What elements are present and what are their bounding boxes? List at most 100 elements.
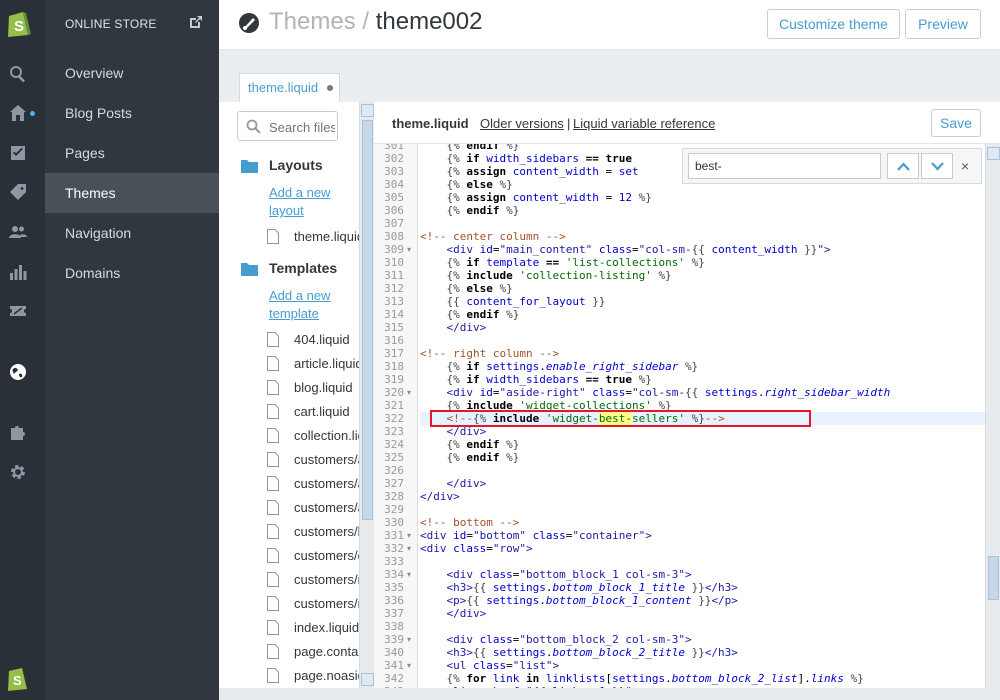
file-item[interactable]: 404.liquid <box>267 331 359 349</box>
find-previous-button[interactable] <box>887 153 919 179</box>
file-item[interactable]: customers/register.liquid <box>267 571 359 589</box>
add-layout-link[interactable]: Add a new layout <box>269 184 349 220</box>
folder-layouts[interactable]: Layouts <box>241 156 361 176</box>
file-label: page.contact.liquid <box>294 644 359 659</box>
settings-icon[interactable] <box>8 462 28 482</box>
nav-item-pages[interactable]: Pages <box>45 133 219 173</box>
file-list-scrollbar[interactable] <box>359 102 374 688</box>
customize-theme-button[interactable]: Customize theme <box>767 9 900 39</box>
fold-arrow-icon[interactable]: ▾ <box>407 661 411 670</box>
online-store-icon[interactable] <box>8 362 28 382</box>
fold-arrow-icon[interactable]: ▾ <box>407 570 411 579</box>
line-number: 325 <box>384 451 404 464</box>
file-item[interactable]: customers/login.liquid <box>267 523 359 541</box>
shopify-bag-icon[interactable]: S <box>6 664 30 692</box>
file-item[interactable]: collection.liquid <box>267 427 359 445</box>
file-label: collection.liquid <box>294 428 359 443</box>
scroll-down-arrow-icon[interactable] <box>361 673 374 686</box>
file-tabs: theme.liquid <box>219 50 1000 102</box>
code-line: </div> <box>420 490 460 503</box>
nav-item-themes[interactable]: Themes <box>45 173 219 213</box>
file-item[interactable]: customers/addresses.liquid <box>267 499 359 517</box>
nav-item-blog-posts[interactable]: Blog Posts <box>45 93 219 133</box>
folder-templates[interactable]: Templates <box>241 259 361 279</box>
scrollbar-thumb[interactable] <box>988 556 999 600</box>
code-line: <!-- bottom --> <box>420 516 520 529</box>
code-line: {{ content_for_layout }} <box>446 295 606 308</box>
search-icon[interactable] <box>8 64 28 84</box>
file-item[interactable]: customers/activate_account.liquid <box>267 475 359 493</box>
nav-item-domains[interactable]: Domains <box>45 253 219 293</box>
fold-arrow-icon[interactable]: ▾ <box>407 635 411 644</box>
reports-icon[interactable] <box>8 262 28 282</box>
fold-arrow-icon[interactable]: ▾ <box>407 531 411 540</box>
line-number: 339 <box>384 633 404 646</box>
external-link-icon[interactable] <box>189 15 203 29</box>
file-item[interactable]: article.liquid <box>267 355 359 373</box>
code-line: {% endif %} <box>446 451 520 464</box>
file-search[interactable] <box>237 111 338 141</box>
fold-arrow-icon[interactable]: ▾ <box>407 544 411 553</box>
breadcrumb-separator: / <box>362 8 370 35</box>
tab-theme-liquid[interactable]: theme.liquid <box>239 73 340 102</box>
file-icon <box>267 476 279 491</box>
discounts-icon[interactable] <box>8 301 28 321</box>
file-icon <box>267 332 279 347</box>
line-number: 308 <box>384 230 404 243</box>
orders-icon[interactable] <box>8 143 28 163</box>
code-line: <p>{{ settings.bottom_block_1_content }}… <box>446 594 738 607</box>
file-label: theme.liquid <box>294 229 359 244</box>
shopify-logo-icon[interactable]: S <box>5 8 31 38</box>
file-label: customers/activate_account.liquid <box>294 476 359 491</box>
file-item[interactable]: blog.liquid <box>267 379 359 397</box>
line-number: 309 <box>384 243 404 256</box>
line-number: 329 <box>384 503 404 516</box>
editor-toolbar: theme.liquid Older versions | Liquid var… <box>374 102 1000 144</box>
store-nav: ONLINE STORE Overview Blog Posts Pages T… <box>45 0 219 700</box>
file-label: customers/order.liquid <box>294 548 359 563</box>
file-item[interactable]: customers/order.liquid <box>267 547 359 565</box>
close-find-icon[interactable]: × <box>961 158 969 174</box>
line-number: 302 <box>384 152 404 165</box>
nav-item-overview[interactable]: Overview <box>45 53 219 93</box>
scroll-up-arrow-icon[interactable] <box>987 147 1000 160</box>
search-icon <box>246 119 261 134</box>
editor-scrollbar[interactable] <box>985 144 1000 694</box>
customers-icon[interactable] <box>8 222 28 242</box>
find-input[interactable] <box>688 153 881 179</box>
code-line: {% assign content_width = set <box>446 165 639 178</box>
search-input[interactable] <box>269 118 335 136</box>
scrollbar-thumb[interactable] <box>362 120 373 520</box>
file-item[interactable]: theme.liquid <box>267 228 359 246</box>
home-icon[interactable] <box>8 103 28 123</box>
line-number: 320 <box>384 386 404 399</box>
fold-arrow-icon[interactable]: ▾ <box>407 388 411 397</box>
find-next-button[interactable] <box>921 153 953 179</box>
line-number: 306 <box>384 204 404 217</box>
file-icon <box>267 620 279 635</box>
horizontal-scrollbar[interactable] <box>219 688 1000 700</box>
code-line: {% if template == 'list-collections' %} <box>446 256 705 269</box>
apps-icon[interactable] <box>8 422 28 442</box>
file-item[interactable]: page.contact.liquid <box>267 643 359 661</box>
add-template-link[interactable]: Add a new template <box>269 287 349 323</box>
save-button[interactable]: Save <box>931 109 981 137</box>
breadcrumb-themes[interactable]: Themes <box>269 8 356 35</box>
nav-item-navigation[interactable]: Navigation <box>45 213 219 253</box>
products-icon[interactable] <box>8 182 28 202</box>
file-item[interactable]: cart.liquid <box>267 403 359 421</box>
fold-arrow-icon[interactable]: ▾ <box>407 245 411 254</box>
file-item[interactable]: customers/account.liquid <box>267 451 359 469</box>
file-icon <box>267 500 279 515</box>
file-item[interactable]: customers/reset_password.liquid <box>267 595 359 613</box>
preview-button[interactable]: Preview <box>905 9 981 39</box>
file-item[interactable]: page.noasides.liquid <box>267 667 359 685</box>
liquid-reference-link[interactable]: Liquid variable reference <box>573 116 715 131</box>
line-number: 307 <box>384 217 404 230</box>
page-title: theme002 <box>375 8 483 35</box>
older-versions-link[interactable]: Older versions <box>480 116 564 131</box>
file-item[interactable]: index.liquid <box>267 619 359 637</box>
scroll-up-arrow-icon[interactable] <box>361 104 374 117</box>
code-line: <h3>{{ settings.bottom_block_2_title }}<… <box>446 646 738 659</box>
line-number: 326 <box>384 464 404 477</box>
